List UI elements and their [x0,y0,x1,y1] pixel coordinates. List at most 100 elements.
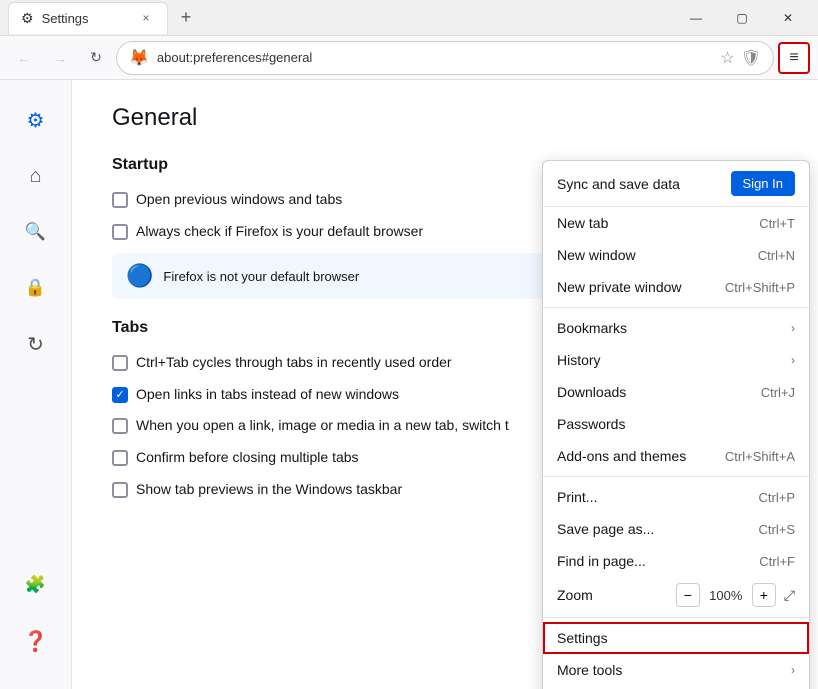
bookmarks-label: Bookmarks [557,320,627,336]
new-tab-label: New tab [557,215,608,231]
menu-divider-2 [543,476,809,477]
menu-item-bookmarks[interactable]: Bookmarks › [543,312,809,344]
menu-item-new-private[interactable]: New private window Ctrl+Shift+P [543,271,809,303]
sidebar-item-help[interactable]: ❓ [12,617,60,665]
zoom-control: Zoom − 100% + ⤢ [543,577,809,613]
new-window-label: New window [557,247,636,263]
switch-tab-checkbox[interactable] [112,418,128,434]
address-bar[interactable]: 🦊 about:preferences#general ☆ 🛡 [116,41,774,75]
tab-close-button[interactable]: × [137,9,155,27]
zoom-expand-button[interactable]: ⤢ [784,587,795,604]
sidebar-bottom: 🧩 ❓ [12,561,60,673]
open-links-label: Open links in tabs instead of new window… [136,385,399,405]
sign-in-button[interactable]: Sign In [731,171,795,196]
new-window-shortcut: Ctrl+N [758,248,795,263]
sidebar-item-general[interactable]: ⚙ [12,96,60,144]
menu-item-save-page[interactable]: Save page as... Ctrl+S [543,513,809,545]
ctrl-tab-label: Ctrl+Tab cycles through tabs in recently… [136,353,452,373]
settings-tab-icon: ⚙ [21,10,34,27]
menu-divider-3 [543,617,809,618]
zoom-label: Zoom [557,587,593,603]
sidebar-item-extensions[interactable]: 🧩 [12,561,60,609]
bookmarks-arrow: › [791,321,795,335]
sidebar-item-sync[interactable]: ↻ [12,320,60,368]
reload-button[interactable]: ↻ [80,42,112,74]
settings-tab[interactable]: ⚙ Settings × [8,2,168,34]
menu-item-new-window[interactable]: New window Ctrl+N [543,239,809,271]
sidebar: ⚙ ⌂ 🔍 🔒 ↻ 🧩 ❓ [0,80,72,689]
new-private-label: New private window [557,279,682,295]
menu-item-print[interactable]: Print... Ctrl+P [543,481,809,513]
page-title: General [112,104,778,132]
notice-icon: 🔵 [126,263,153,289]
zoom-value: 100% [708,588,744,603]
menu-item-find[interactable]: Find in page... Ctrl+F [543,545,809,577]
close-button[interactable]: ✕ [766,4,810,32]
switch-tab-label: When you open a link, image or media in … [136,416,509,436]
prev-windows-checkbox[interactable] [112,192,128,208]
title-bar: ⚙ Settings × + — ▢ ✕ [0,0,818,36]
passwords-label: Passwords [557,416,625,432]
menu-sync-header: Sync and save data Sign In [543,161,809,207]
settings-tab-label: Settings [42,11,89,26]
maximize-button[interactable]: ▢ [720,4,764,32]
main-area: ⚙ ⌂ 🔍 🔒 ↻ 🧩 ❓ General Startup Open previ… [0,80,818,689]
sidebar-item-search[interactable]: 🔍 [12,208,60,256]
sync-label: Sync and save data [557,176,680,192]
save-page-shortcut: Ctrl+S [759,522,795,537]
ctrl-tab-checkbox[interactable] [112,355,128,371]
menu-item-addons[interactable]: Add-ons and themes Ctrl+Shift+A [543,440,809,472]
more-tools-arrow: › [791,663,795,677]
addons-shortcut: Ctrl+Shift+A [725,449,795,464]
downloads-shortcut: Ctrl+J [761,385,795,400]
open-links-checkbox[interactable] [112,387,128,403]
close-tabs-label: Confirm before closing multiple tabs [136,448,359,468]
more-tools-label: More tools [557,662,622,678]
save-page-label: Save page as... [557,521,654,537]
shield-icon[interactable]: 🛡 [741,48,761,68]
new-tab-button[interactable]: + [172,4,200,32]
nav-bar: ← → ↻ 🦊 about:preferences#general ☆ 🛡 ≡ [0,36,818,80]
tab-previews-label: Show tab previews in the Windows taskbar [136,480,402,500]
downloads-label: Downloads [557,384,626,400]
address-text: about:preferences#general [157,50,312,65]
addons-label: Add-ons and themes [557,448,686,464]
menu-item-history[interactable]: History › [543,344,809,376]
new-private-shortcut: Ctrl+Shift+P [725,280,795,295]
hamburger-menu: Sync and save data Sign In New tab Ctrl+… [542,160,810,689]
new-tab-shortcut: Ctrl+T [759,216,795,231]
menu-item-downloads[interactable]: Downloads Ctrl+J [543,376,809,408]
settings-label: Settings [557,630,608,646]
toolbar-right: ≡ [778,42,810,74]
forward-button[interactable]: → [44,42,76,74]
sidebar-item-home[interactable]: ⌂ [12,152,60,200]
default-browser-label: Always check if Firefox is your default … [136,222,423,242]
zoom-minus-button[interactable]: − [676,583,700,607]
address-bar-right: ☆ 🛡 [720,48,761,68]
print-label: Print... [557,489,597,505]
star-icon[interactable]: ☆ [720,48,734,68]
prev-windows-label: Open previous windows and tabs [136,190,342,210]
close-tabs-checkbox[interactable] [112,450,128,466]
zoom-plus-button[interactable]: + [752,583,776,607]
find-shortcut: Ctrl+F [759,554,795,569]
menu-divider-1 [543,307,809,308]
firefox-icon: 🦊 [129,48,149,68]
print-shortcut: Ctrl+P [759,490,795,505]
zoom-buttons: − 100% + ⤢ [676,583,795,607]
minimize-button[interactable]: — [674,4,718,32]
window-controls: — ▢ ✕ [674,4,810,32]
menu-item-passwords[interactable]: Passwords [543,408,809,440]
menu-item-more-tools[interactable]: More tools › [543,654,809,686]
find-label: Find in page... [557,553,646,569]
tab-previews-checkbox[interactable] [112,482,128,498]
default-browser-checkbox[interactable] [112,224,128,240]
history-arrow: › [791,353,795,367]
history-label: History [557,352,601,368]
notice-text: Firefox is not your default browser [163,269,359,284]
back-button[interactable]: ← [8,42,40,74]
sidebar-item-privacy[interactable]: 🔒 [12,264,60,312]
menu-item-new-tab[interactable]: New tab Ctrl+T [543,207,809,239]
hamburger-menu-button[interactable]: ≡ [778,42,810,74]
menu-item-settings[interactable]: Settings [543,622,809,654]
